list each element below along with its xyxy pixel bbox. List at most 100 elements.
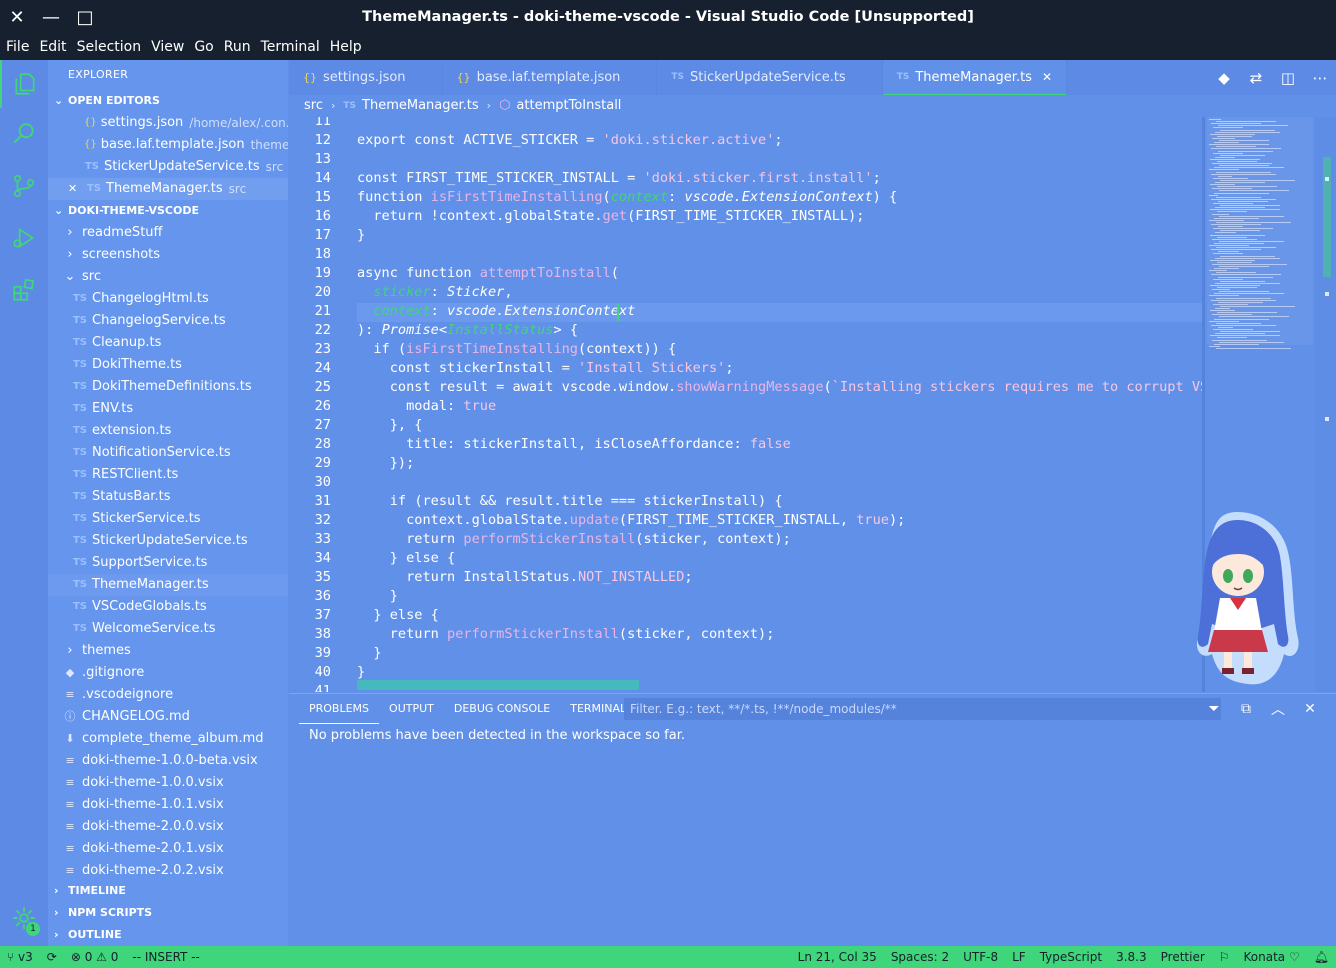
source-control-icon[interactable] — [0, 162, 48, 210]
minimize-window-button[interactable]: — — [34, 0, 68, 34]
split-editor-icon[interactable]: ◫ — [1272, 69, 1304, 87]
tab-output[interactable]: OUTPUT — [379, 694, 444, 724]
close-window-button[interactable]: ✕ — [0, 0, 34, 34]
workspace-header[interactable]: ⌄ DOKI-THEME-VSCODE — [48, 200, 288, 222]
open-editor-item[interactable]: {}base.laf.template.json theme... — [48, 134, 288, 156]
open-editor-item[interactable]: {} settings.json/home/alex/.con... — [48, 112, 288, 134]
typescript-version[interactable]: 3.8.3 — [1109, 950, 1154, 964]
close-panel-icon[interactable]: ✕ — [1294, 701, 1326, 717]
open-editor-item[interactable]: TS StickerUpdateService.ts src — [48, 156, 288, 178]
end-of-line[interactable]: LF — [1005, 950, 1033, 964]
tab-debug-console[interactable]: DEBUG CONSOLE — [444, 694, 560, 724]
open-changes-icon[interactable]: ⇄ — [1240, 69, 1272, 87]
breadcrumb-file[interactable]: ThemeManager.ts — [362, 95, 479, 117]
timeline-header[interactable]: › TIMELINE — [48, 880, 288, 902]
file-item[interactable]: ≡ .vscodeignore — [48, 684, 288, 706]
file-item[interactable]: ≡ doki-theme-1.0.1.vsix — [48, 794, 288, 816]
minimap-line — [1220, 280, 1265, 282]
search-icon[interactable] — [0, 110, 48, 158]
close-icon[interactable]: ✕ — [1042, 60, 1052, 95]
open-editor-item[interactable]: ✕ TS ThemeManager.ts src — [48, 178, 288, 200]
code-editor[interactable]: 11 12 export const ACTIVE_STICKER = 'doki.… — [289, 117, 1202, 692]
run-debug-icon[interactable] — [0, 214, 48, 262]
problems-status[interactable]: ⊗ 0 ⚠ 0 — [64, 950, 126, 964]
feedback-icon[interactable]: ⚐ — [1212, 950, 1237, 964]
file-item[interactable]: TS ThemeManager.ts — [48, 574, 288, 596]
file-item[interactable]: ≡ doki-theme-1.0.0-beta.vsix — [48, 750, 288, 772]
editor-tab[interactable]: TS StickerUpdateService.ts — [657, 60, 883, 95]
file-item[interactable]: ≡ doki-theme-1.0.0.vsix — [48, 772, 288, 794]
open-editors-header[interactable]: ⌄ OPEN EDITORS — [48, 90, 288, 112]
file-item[interactable]: ◆ .gitignore — [48, 662, 288, 684]
breadcrumb-folder[interactable]: src — [304, 95, 323, 117]
minimap-line — [1220, 205, 1280, 207]
file-item[interactable]: TS Cleanup.ts — [48, 332, 288, 354]
encoding[interactable]: UTF-8 — [956, 950, 1005, 964]
open-editor-path: theme... — [250, 138, 288, 152]
folder-item[interactable]: ⌄ src — [48, 266, 288, 288]
file-item[interactable]: ⓘ CHANGELOG.md — [48, 706, 288, 728]
file-item[interactable]: TS RESTClient.ts — [48, 464, 288, 486]
problems-filter-input[interactable]: Filter. E.g.: text, **/*.ts, !**/node_mo… — [624, 698, 1221, 720]
file-item[interactable]: ≡ doki-theme-2.0.1.vsix — [48, 838, 288, 860]
file-item[interactable]: TS NotificationService.ts — [48, 442, 288, 464]
file-item[interactable]: TS StatusBar.ts — [48, 486, 288, 508]
menu-run[interactable]: Run — [220, 34, 255, 60]
notifications-bell-icon[interactable]: 🔔︎ — [1307, 950, 1336, 964]
file-item[interactable]: TS WelcomeService.ts — [48, 618, 288, 640]
formatter-status[interactable]: Prettier — [1154, 950, 1212, 964]
compare-icon[interactable]: ◆ — [1208, 69, 1240, 87]
file-item[interactable]: TS ChangelogService.ts — [48, 310, 288, 332]
horizontal-scrollbar[interactable] — [357, 680, 639, 690]
manage-gear-icon[interactable]: 1 — [0, 894, 48, 942]
extensions-icon[interactable] — [0, 266, 48, 314]
outline-header[interactable]: › OUTLINE — [48, 924, 288, 946]
minimap-line — [1210, 335, 1280, 337]
file-item[interactable]: TS VSCodeGlobals.ts — [48, 596, 288, 618]
file-item[interactable]: TS extension.ts — [48, 420, 288, 442]
tab-problems[interactable]: PROBLEMS — [299, 694, 380, 724]
file-item[interactable]: TS StickerUpdateService.ts — [48, 530, 288, 552]
menu-edit[interactable]: Edit — [35, 34, 70, 60]
npm-scripts-header[interactable]: › NPM SCRIPTS — [48, 902, 288, 924]
file-item[interactable]: ≡ doki-theme-2.0.2.vsix — [48, 860, 288, 882]
branch-status[interactable]: ⑂ v3 — [0, 950, 40, 964]
file-item[interactable]: TS ENV.ts — [48, 398, 288, 420]
menu-view[interactable]: View — [147, 34, 188, 60]
explorer-icon[interactable] — [0, 60, 48, 108]
menu-terminal[interactable]: Terminal — [257, 34, 324, 60]
file-item[interactable]: ≡ doki-theme-2.0.0.vsix — [48, 816, 288, 838]
menu-help[interactable]: Help — [326, 34, 366, 60]
file-item[interactable]: TS DokiThemeDefinitions.ts — [48, 376, 288, 398]
menu-selection[interactable]: Selection — [73, 34, 146, 60]
indentation[interactable]: Spaces: 2 — [884, 950, 956, 964]
menu-go[interactable]: Go — [190, 34, 217, 60]
file-item[interactable]: TS ChangelogHtml.ts — [48, 288, 288, 310]
editor-tab[interactable]: TS ThemeManager.ts ✕ — [882, 60, 1068, 95]
folder-item[interactable]: › themes — [48, 640, 288, 662]
editor-tab[interactable]: {} base.laf.template.json — [443, 60, 658, 95]
maximize-window-button[interactable]: □ — [68, 0, 102, 34]
heart-icon: ♡ — [1289, 950, 1300, 964]
filter-icon[interactable]: ⏷ — [1198, 701, 1230, 717]
theme-status[interactable]: Konata ♡ — [1237, 950, 1307, 964]
typescript-file-icon: TS — [72, 315, 88, 326]
sync-icon[interactable]: ⟳ — [40, 950, 64, 964]
minimap-line — [1214, 293, 1284, 295]
file-item[interactable]: ⬇ complete_theme_album.md — [48, 728, 288, 750]
folder-item[interactable]: › readmeStuff — [48, 222, 288, 244]
breadcrumb-symbol[interactable]: attemptToInstall — [516, 95, 621, 117]
language-mode[interactable]: TypeScript — [1033, 950, 1109, 964]
file-item[interactable]: TS StickerService.ts — [48, 508, 288, 530]
file-item[interactable]: TS DokiTheme.ts — [48, 354, 288, 376]
collapse-all-icon[interactable]: ⧉ — [1230, 701, 1262, 717]
cursor-position[interactable]: Ln 21, Col 35 — [791, 950, 884, 964]
editor-tab[interactable]: {} settings.json — [289, 60, 443, 95]
maximize-panel-icon[interactable]: ︿ — [1262, 699, 1294, 719]
menu-file[interactable]: File — [2, 34, 33, 60]
more-actions-icon[interactable]: ⋯ — [1304, 69, 1336, 87]
folder-item[interactable]: › screenshots — [48, 244, 288, 266]
close-icon[interactable]: ✕ — [68, 178, 82, 200]
file-item[interactable]: TS SupportService.ts — [48, 552, 288, 574]
code-line: const result = await vscode.window.showW… — [357, 379, 1202, 395]
